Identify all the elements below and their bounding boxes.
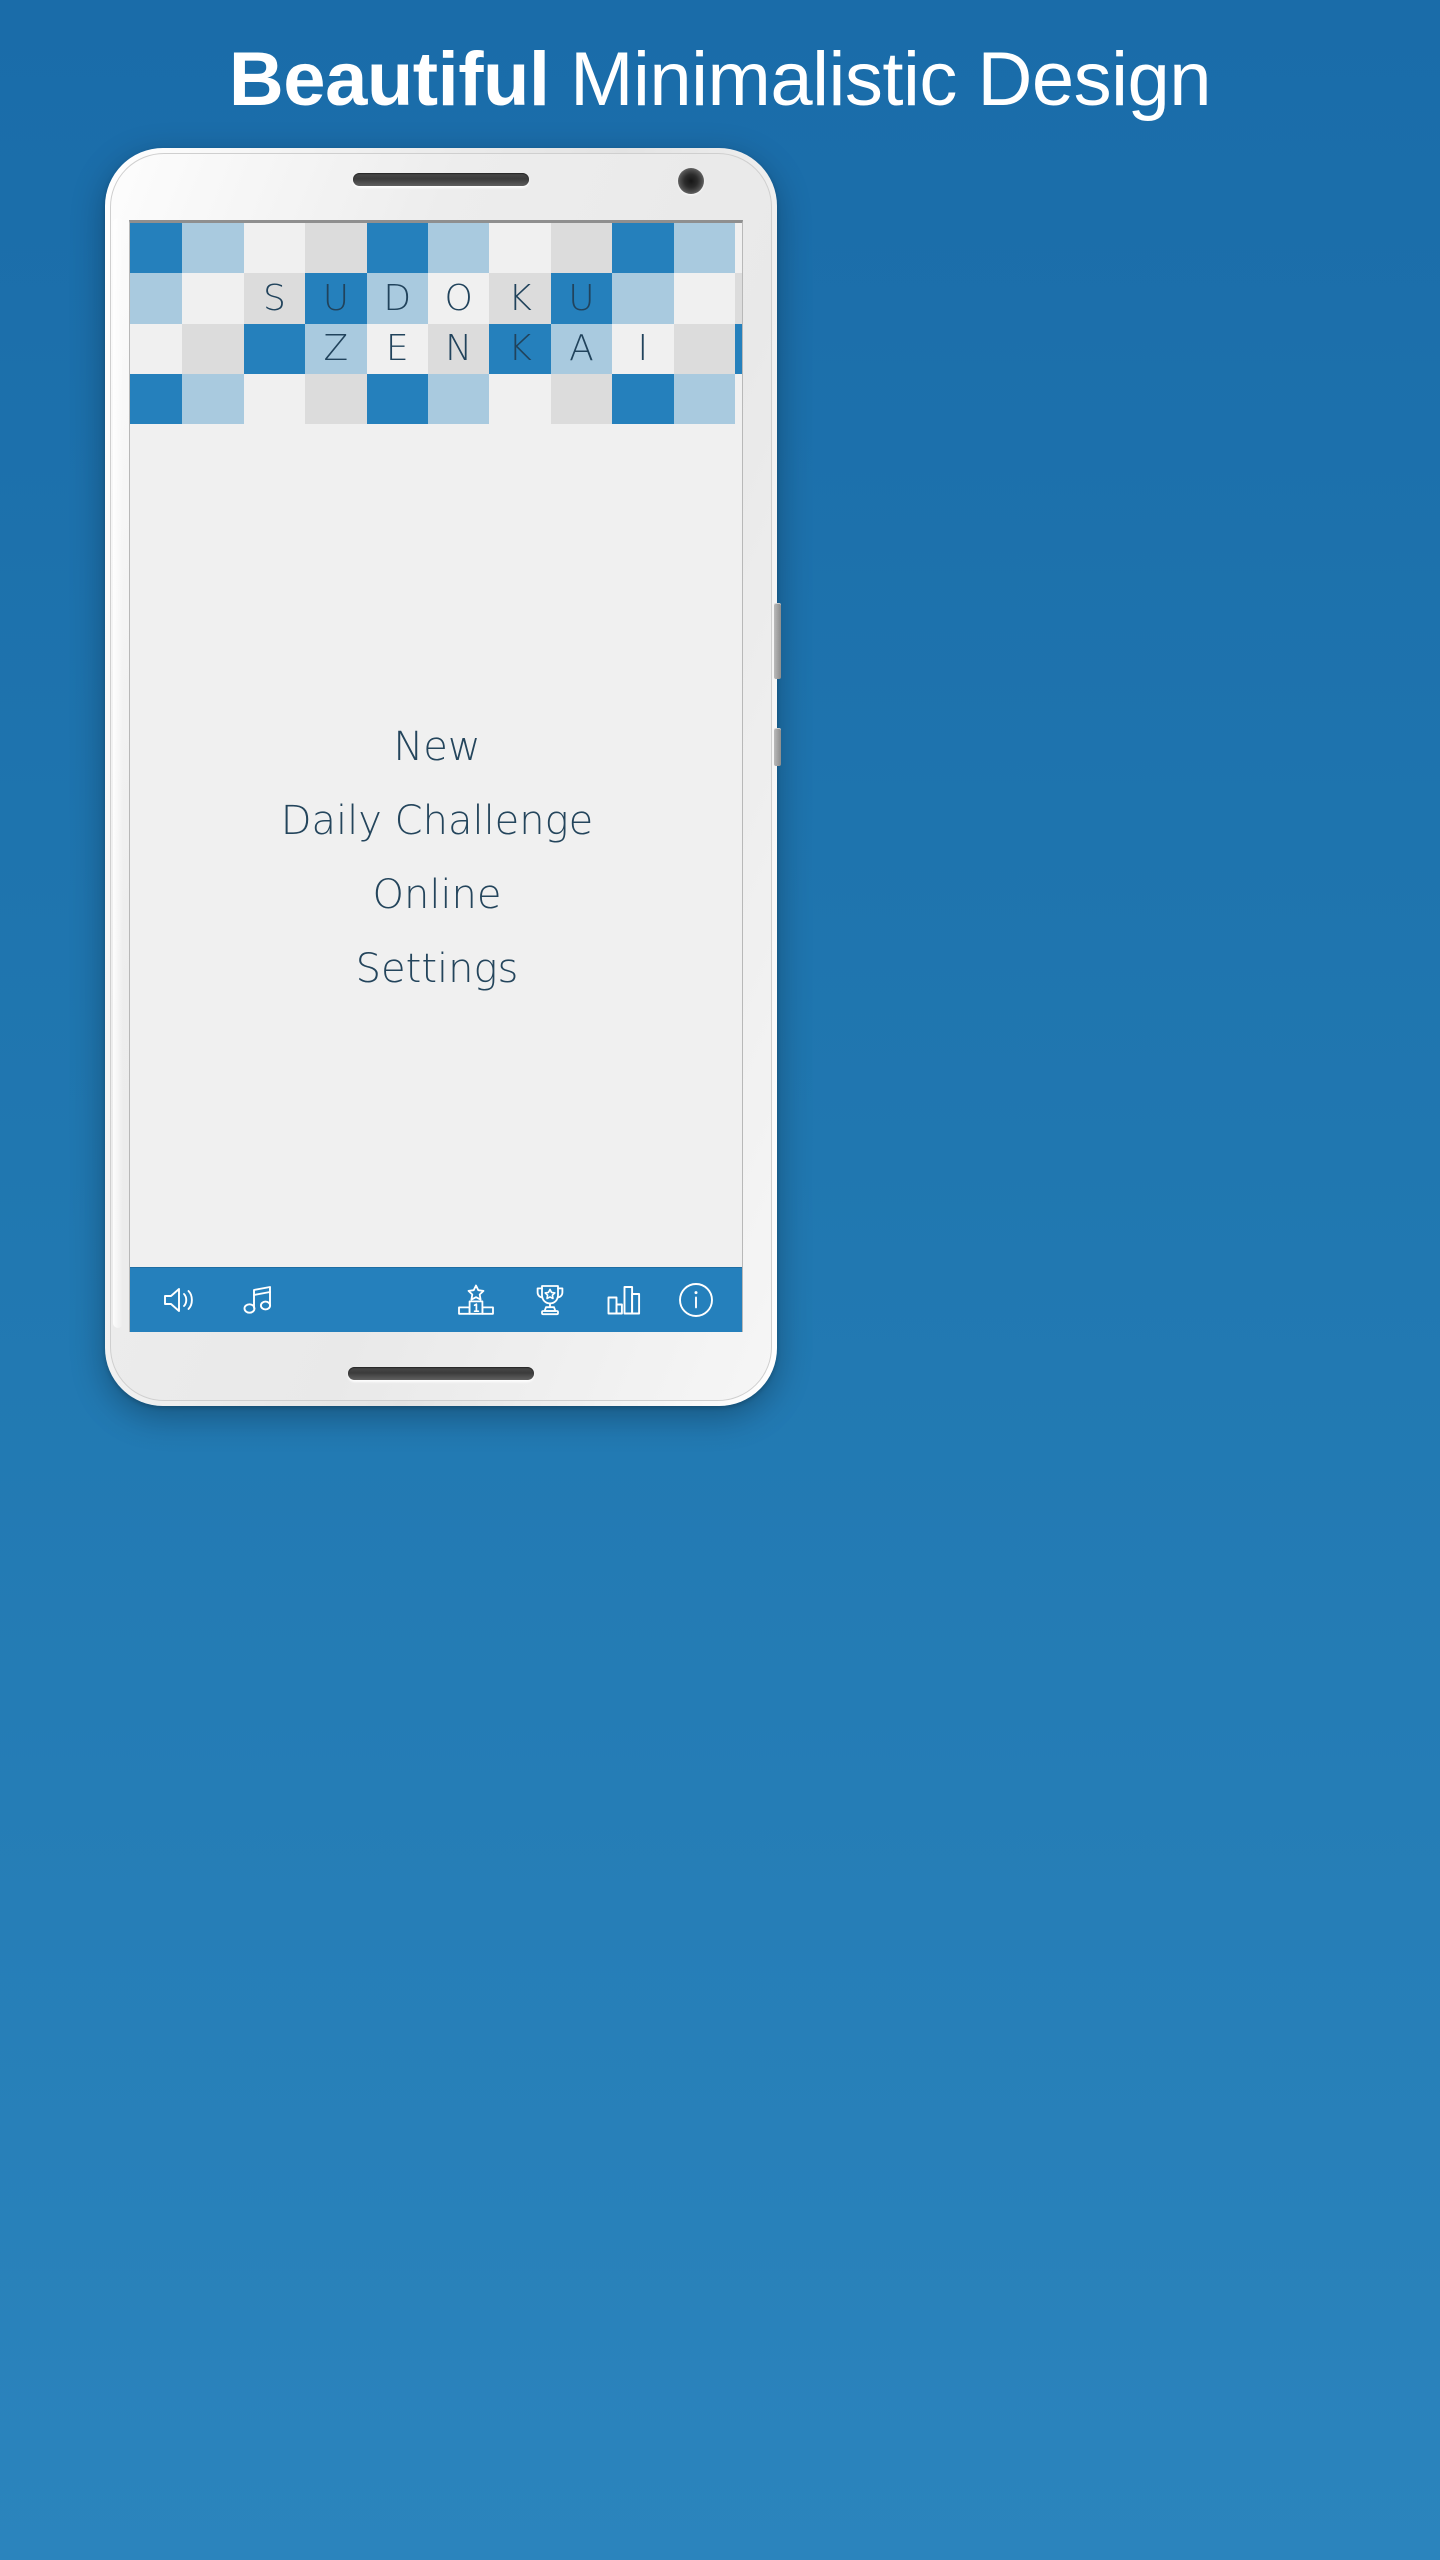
logo-tile [366, 223, 428, 274]
logo-tile [182, 273, 244, 324]
logo-tile [734, 223, 742, 274]
logo-grid-row [130, 223, 742, 274]
phone-mockup: S U D O K U Z E N K A I New Daily Challe… [105, 148, 781, 1406]
logo-tile [734, 273, 742, 324]
app-logo-grid: S U D O K U Z E N K A I [130, 223, 742, 424]
logo-tile [130, 223, 183, 274]
page-title-light: Minimalistic Design [570, 37, 1212, 122]
logo-tile: Z [305, 323, 367, 374]
logo-tile: S [243, 273, 306, 324]
volume-rocker-button[interactable] [774, 603, 781, 679]
trophy-icon[interactable] [522, 1283, 578, 1317]
phone-screen: S U D O K U Z E N K A I New Daily Challe… [129, 220, 743, 1332]
front-camera-icon [678, 168, 704, 194]
logo-tile [182, 223, 244, 274]
menu-item-daily-challenge[interactable]: Daily Challenge [130, 784, 742, 858]
logo-letter: E [385, 328, 409, 370]
statistics-icon[interactable] [596, 1283, 652, 1317]
logo-tile: D [366, 273, 428, 324]
logo-letter: Z [323, 328, 349, 370]
page-title-bold: Beautiful [228, 37, 550, 122]
logo-tile [734, 373, 742, 424]
logo-grid-row: Z E N K A I [130, 323, 742, 374]
logo-tile: K [489, 323, 551, 374]
power-button[interactable] [774, 728, 781, 766]
logo-tile: I [612, 323, 674, 374]
logo-tile [673, 373, 735, 424]
logo-tile: U [550, 273, 613, 324]
logo-tile [130, 373, 183, 424]
logo-tile [734, 323, 742, 374]
logo-letter: K [508, 328, 532, 370]
logo-tile [612, 223, 674, 274]
logo-letter: N [445, 328, 473, 370]
sound-icon[interactable] [152, 1283, 208, 1317]
logo-tile: A [550, 323, 613, 374]
menu-item-settings[interactable]: Settings [130, 932, 742, 1006]
logo-tile [489, 373, 551, 424]
menu-item-online[interactable]: Online [130, 858, 742, 932]
logo-grid-row [130, 373, 742, 424]
logo-letter: O [444, 277, 473, 319]
logo-tile: K [489, 273, 551, 324]
logo-tile [673, 273, 735, 324]
logo-tile [182, 373, 244, 424]
logo-tile: O [427, 273, 490, 324]
logo-tile [305, 223, 367, 274]
logo-tile [427, 373, 490, 424]
logo-tile [612, 273, 674, 324]
logo-tile [182, 323, 244, 374]
logo-letter: I [637, 328, 649, 370]
logo-tile: U [305, 273, 367, 324]
logo-tile [489, 223, 551, 274]
logo-letter: K [508, 277, 532, 319]
phone-edge-highlight [113, 218, 123, 1328]
logo-tile [550, 373, 613, 424]
logo-tile [130, 273, 183, 324]
logo-tile [673, 323, 735, 374]
logo-letter: A [569, 328, 594, 370]
top-speaker-grille-icon [353, 173, 529, 186]
logo-letter: S [263, 277, 286, 319]
logo-tile: E [366, 323, 428, 374]
menu-item-new[interactable]: New [130, 710, 742, 784]
logo-tile [130, 323, 183, 374]
music-icon[interactable] [230, 1283, 286, 1317]
logo-tile: N [427, 323, 490, 374]
logo-tile [427, 223, 490, 274]
logo-tile [243, 323, 306, 374]
leaderboard-icon[interactable] [448, 1283, 504, 1317]
logo-tile [243, 373, 306, 424]
phone-shell: S U D O K U Z E N K A I New Daily Challe… [105, 148, 781, 1406]
logo-letter: U [568, 277, 595, 319]
logo-tile [305, 373, 367, 424]
bottom-toolbar [130, 1267, 742, 1332]
logo-letter: D [383, 277, 412, 319]
main-menu: New Daily Challenge Online Settings [130, 424, 742, 1291]
logo-letter: U [322, 277, 350, 319]
info-icon[interactable] [668, 1281, 724, 1319]
logo-tile [243, 223, 306, 274]
page-title: Beautiful Minimalistic Design [0, 30, 1440, 130]
logo-grid-row: S U D O K U [130, 273, 742, 324]
bottom-speaker-grille-icon [348, 1367, 534, 1380]
logo-tile [673, 223, 735, 274]
logo-tile [550, 223, 613, 274]
logo-tile [366, 373, 428, 424]
logo-tile [612, 373, 674, 424]
